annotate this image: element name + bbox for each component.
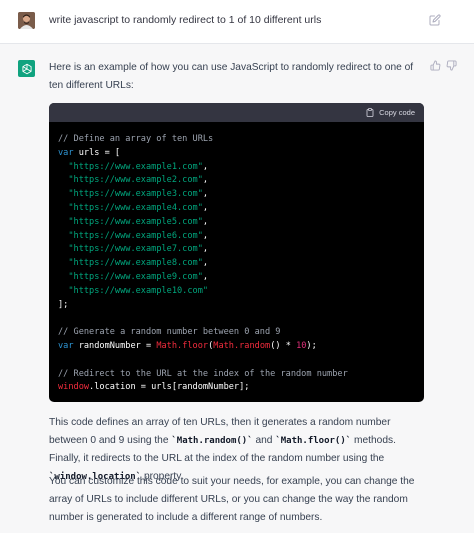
code-content: // Define an array of ten URLs var urls …: [58, 134, 348, 393]
copy-code-label: Copy code: [379, 108, 415, 117]
code-url-string: "https://www.example2.com": [68, 175, 203, 186]
thumbs-down-icon[interactable]: [446, 60, 457, 71]
code-comment: // Generate a random number between 0 an…: [58, 327, 281, 338]
code-url-string: "https://www.example8.com": [68, 258, 203, 269]
code-text: );: [306, 340, 317, 351]
code-block-header: Copy code: [49, 103, 424, 122]
inline-code: `Math.random()`: [171, 436, 253, 446]
inline-code: `Math.floor()`: [275, 436, 352, 446]
pencil-icon[interactable]: [429, 14, 441, 26]
code-function: Math.floor: [156, 340, 209, 351]
code-number: 10: [296, 340, 307, 351]
user-avatar: [18, 12, 35, 29]
code-comment: // Define an array of ten URLs: [58, 134, 214, 144]
code-comment: // Redirect to the URL at the index of t…: [58, 368, 348, 379]
code-url-string: "https://www.example10.com": [68, 285, 209, 296]
code-url-string: "https://www.example1.com": [68, 161, 203, 172]
code-text: .location = urls[randomNumber];: [89, 382, 250, 393]
copy-code-button[interactable]: Copy code: [366, 108, 415, 117]
user-message-row: write javascript to randomly redirect to…: [0, 0, 474, 44]
code-text: randomNumber =: [73, 340, 157, 351]
code-function: Math.random: [213, 340, 271, 351]
thumbs-up-icon[interactable]: [430, 60, 441, 71]
explanation-segment: and: [252, 435, 276, 446]
code-url-string: "https://www.example7.com": [68, 244, 203, 255]
code-url-string: "https://www.example3.com": [68, 189, 203, 200]
user-message-text: write javascript to randomly redirect to…: [49, 14, 322, 26]
code-text: ];: [58, 299, 69, 310]
assistant-intro-text: Here is an example of how you can use Ja…: [49, 62, 414, 91]
clipboard-icon: [366, 108, 374, 117]
code-keyword: var: [58, 147, 74, 158]
assistant-message-row: Here is an example of how you can use Ja…: [0, 44, 474, 533]
code-object: window: [58, 382, 90, 393]
code-url-string: "https://www.example6.com": [68, 230, 203, 241]
code-block: Copy code // Define an array of ten URLs…: [49, 103, 424, 402]
code-text: urls = [: [73, 147, 121, 158]
code-url-string: "https://www.example9.com": [68, 271, 203, 282]
code-url-string: "https://www.example4.com": [68, 202, 203, 213]
assistant-customize-text: You can customize this code to suit your…: [49, 476, 415, 523]
code-url-string: "https://www.example5.com": [68, 216, 203, 227]
openai-logo-icon: [18, 60, 35, 77]
code-text: () *: [270, 340, 297, 351]
code-keyword: var: [58, 340, 74, 351]
